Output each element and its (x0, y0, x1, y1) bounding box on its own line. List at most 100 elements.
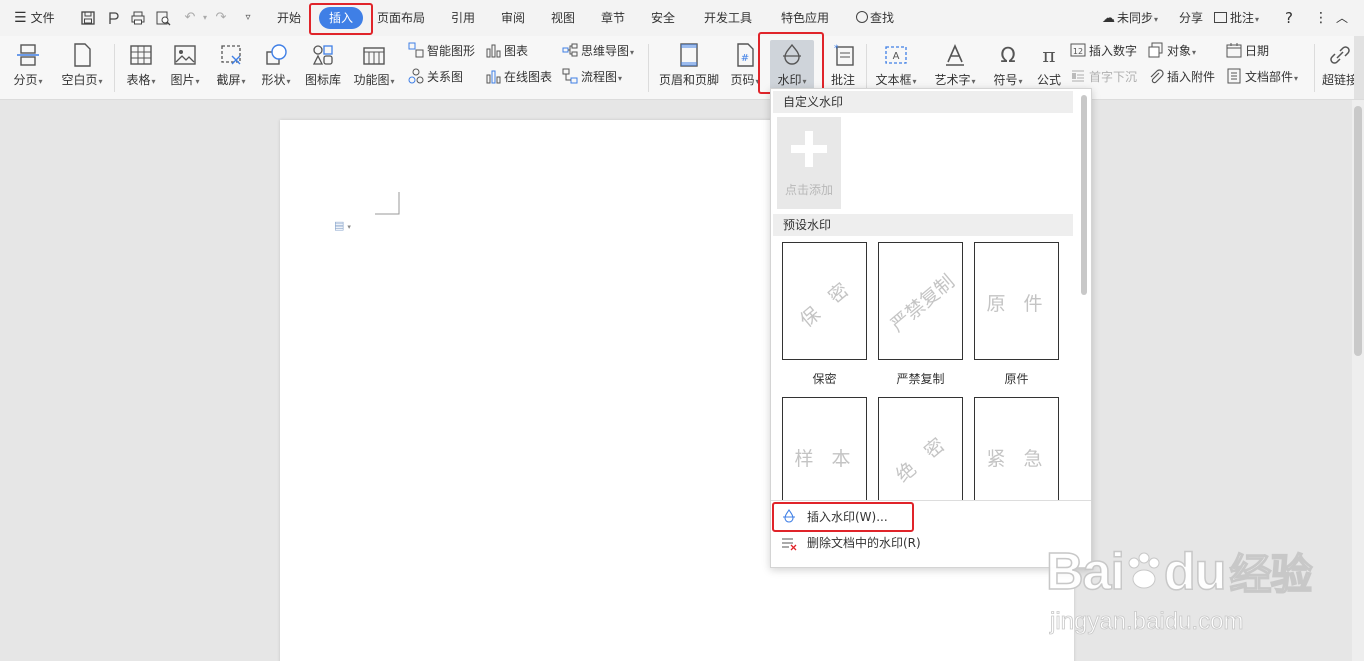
output-pdf-icon[interactable] (106, 10, 122, 26)
date-label: 日期 (1245, 44, 1270, 58)
smart-shape-icon (408, 42, 424, 58)
margin-corner-mark (375, 192, 400, 215)
insert-watermark-item[interactable]: 插入水印(W)... (773, 503, 1091, 531)
svg-text:*: * (834, 44, 839, 54)
mindmap-label: 思维导图 (581, 44, 630, 58)
baidu-url-text: jingyan.baidu.com (1050, 608, 1244, 636)
tab-page-layout[interactable]: 页面布局 (374, 0, 428, 36)
redo-icon[interactable]: ↷ (213, 10, 229, 26)
picture-button[interactable]: 图片▾ (166, 40, 204, 96)
icon-library-icon (312, 45, 333, 65)
insert-watermark-label: 插入水印(W)... (807, 510, 888, 524)
wordart-icon (946, 44, 964, 66)
share-button[interactable]: 分享 (1179, 0, 1203, 36)
tab-view[interactable]: 视图 (546, 0, 580, 36)
save-icon[interactable] (80, 10, 96, 26)
wordart-label: 艺术字 (934, 73, 971, 87)
tab-view-label: 视图 (550, 11, 575, 25)
search-button[interactable]: 查找 (856, 0, 894, 36)
tab-start[interactable]: 开始 (272, 0, 306, 36)
screenshot-icon (221, 45, 241, 65)
insert-number-button[interactable]: 12 插入数字 (1070, 40, 1137, 62)
shape-button[interactable]: 形状▾ (256, 40, 296, 96)
share-label: 分享 (1179, 11, 1204, 25)
preset-watermark-jinji[interactable]: 紧 急 (974, 397, 1059, 500)
table-button[interactable]: 表格▾ (122, 40, 160, 96)
smart-shape-button[interactable]: 智能图形 (408, 40, 475, 62)
tab-review[interactable]: 审阅 (496, 0, 530, 36)
tab-devtools-label: 开发工具 (703, 11, 752, 25)
paperclip-icon (1150, 69, 1164, 84)
tab-page-layout-label: 页面布局 (376, 11, 425, 25)
preset-watermark-juemi[interactable]: 绝 密 (878, 397, 963, 500)
tab-features[interactable]: 特色应用 (776, 0, 834, 36)
watermark-label: 水印 (777, 73, 802, 87)
blank-page-button[interactable]: 空白页▾ (56, 40, 108, 96)
undo-icon[interactable]: ↶ (182, 10, 198, 26)
doc-parts-button[interactable]: 文档部件▾ (1226, 66, 1298, 88)
add-custom-watermark[interactable]: 点击添加 (777, 117, 841, 209)
object-icon (1148, 42, 1163, 58)
more-icon[interactable]: ⋮ (1314, 0, 1328, 36)
relation-chart-button[interactable]: 关系图 (408, 66, 463, 88)
tab-start-label: 开始 (276, 11, 301, 25)
watermark-button[interactable]: 水印▾ (770, 40, 814, 90)
online-chart-label: 在线图表 (504, 70, 553, 84)
drop-cap-label: 首字下沉 (1089, 70, 1138, 84)
collapse-ribbon-icon[interactable]: ︿ (1336, 0, 1348, 36)
relation-chart-icon (408, 68, 424, 84)
screenshot-button[interactable]: 截屏▾ (211, 40, 251, 96)
tab-devtools[interactable]: 开发工具 (700, 0, 756, 36)
search-icon (856, 11, 868, 23)
mindmap-button[interactable]: 思维导图▾ (562, 40, 634, 62)
page-break-button[interactable]: 分页▾ (8, 40, 48, 96)
tab-chapter[interactable]: 章节 (596, 0, 630, 36)
drop-cap-button[interactable]: 首字下沉 (1070, 66, 1137, 88)
date-button[interactable]: 日期 (1226, 40, 1269, 62)
scrollbar-thumb[interactable] (1354, 106, 1362, 356)
comment-label: 批注 (830, 73, 855, 87)
header-footer-button[interactable]: 页眉和页脚 (656, 40, 722, 96)
function-chart-button[interactable]: 功能图▾ (350, 40, 398, 96)
icon-library-label: 图标库 (304, 73, 341, 87)
vertical-scrollbar[interactable] (1352, 100, 1364, 661)
picture-label: 图片 (170, 73, 195, 87)
tab-security[interactable]: 安全 (646, 0, 680, 36)
ribbon-scroll-right[interactable] (1354, 36, 1364, 99)
symbol-label: 符号 (993, 73, 1018, 87)
object-button[interactable]: 对象▾ (1148, 40, 1196, 62)
preset-watermark-yangben[interactable]: 样 本 (782, 397, 867, 500)
preset-watermark-yuanjian[interactable]: 原 件 (974, 242, 1059, 360)
undo-dropdown-icon[interactable]: ▾ (197, 10, 213, 26)
online-chart-button[interactable]: 在线图表 (485, 66, 552, 88)
print-preview-icon[interactable] (155, 10, 171, 26)
screenshot-label: 截屏 (216, 73, 241, 87)
sync-status[interactable]: ☁ 未同步▾ (1102, 0, 1158, 36)
shape-icon (266, 44, 287, 65)
preset-watermark-text: 样 本 (794, 447, 857, 470)
attachment-button[interactable]: 插入附件 (1148, 66, 1215, 88)
comment-menu[interactable]: 批注▾ (1214, 0, 1259, 36)
table-icon (130, 45, 152, 65)
preset-watermark-baomi[interactable]: 保 密 (782, 242, 867, 360)
custom-watermark-header: 自定义水印 (773, 91, 1073, 113)
dropdown-scrollbar[interactable] (1081, 95, 1087, 295)
customize-toolbar-icon[interactable]: ▿ (240, 10, 256, 26)
chart-button[interactable]: 图表 (485, 40, 528, 62)
formula-label: 公式 (1036, 73, 1061, 87)
file-menu-label: 文件 (30, 11, 55, 25)
preset-watermark-yanjinfuzhi[interactable]: 严禁复制 (878, 242, 963, 360)
doc-parts-label: 文档部件 (1245, 70, 1294, 84)
tab-insert[interactable]: 插入 (312, 0, 370, 36)
flowchart-button[interactable]: 流程图▾ (562, 66, 622, 88)
file-menu[interactable]: ☰ 文件 (14, 0, 55, 36)
textbox-label: 文本框 (875, 73, 912, 87)
help-icon[interactable]: ? (1285, 0, 1293, 36)
preset-label: 保密 (812, 372, 837, 386)
print-icon[interactable] (130, 10, 146, 26)
tab-reference[interactable]: 引用 (446, 0, 480, 36)
page-number-button[interactable]: # 页码▾ (726, 40, 764, 96)
function-chart-label: 功能图 (353, 73, 390, 87)
paragraph-options-icon[interactable]: ▤ ▾ (334, 219, 351, 232)
icon-library-button[interactable]: 图标库 (302, 40, 344, 96)
